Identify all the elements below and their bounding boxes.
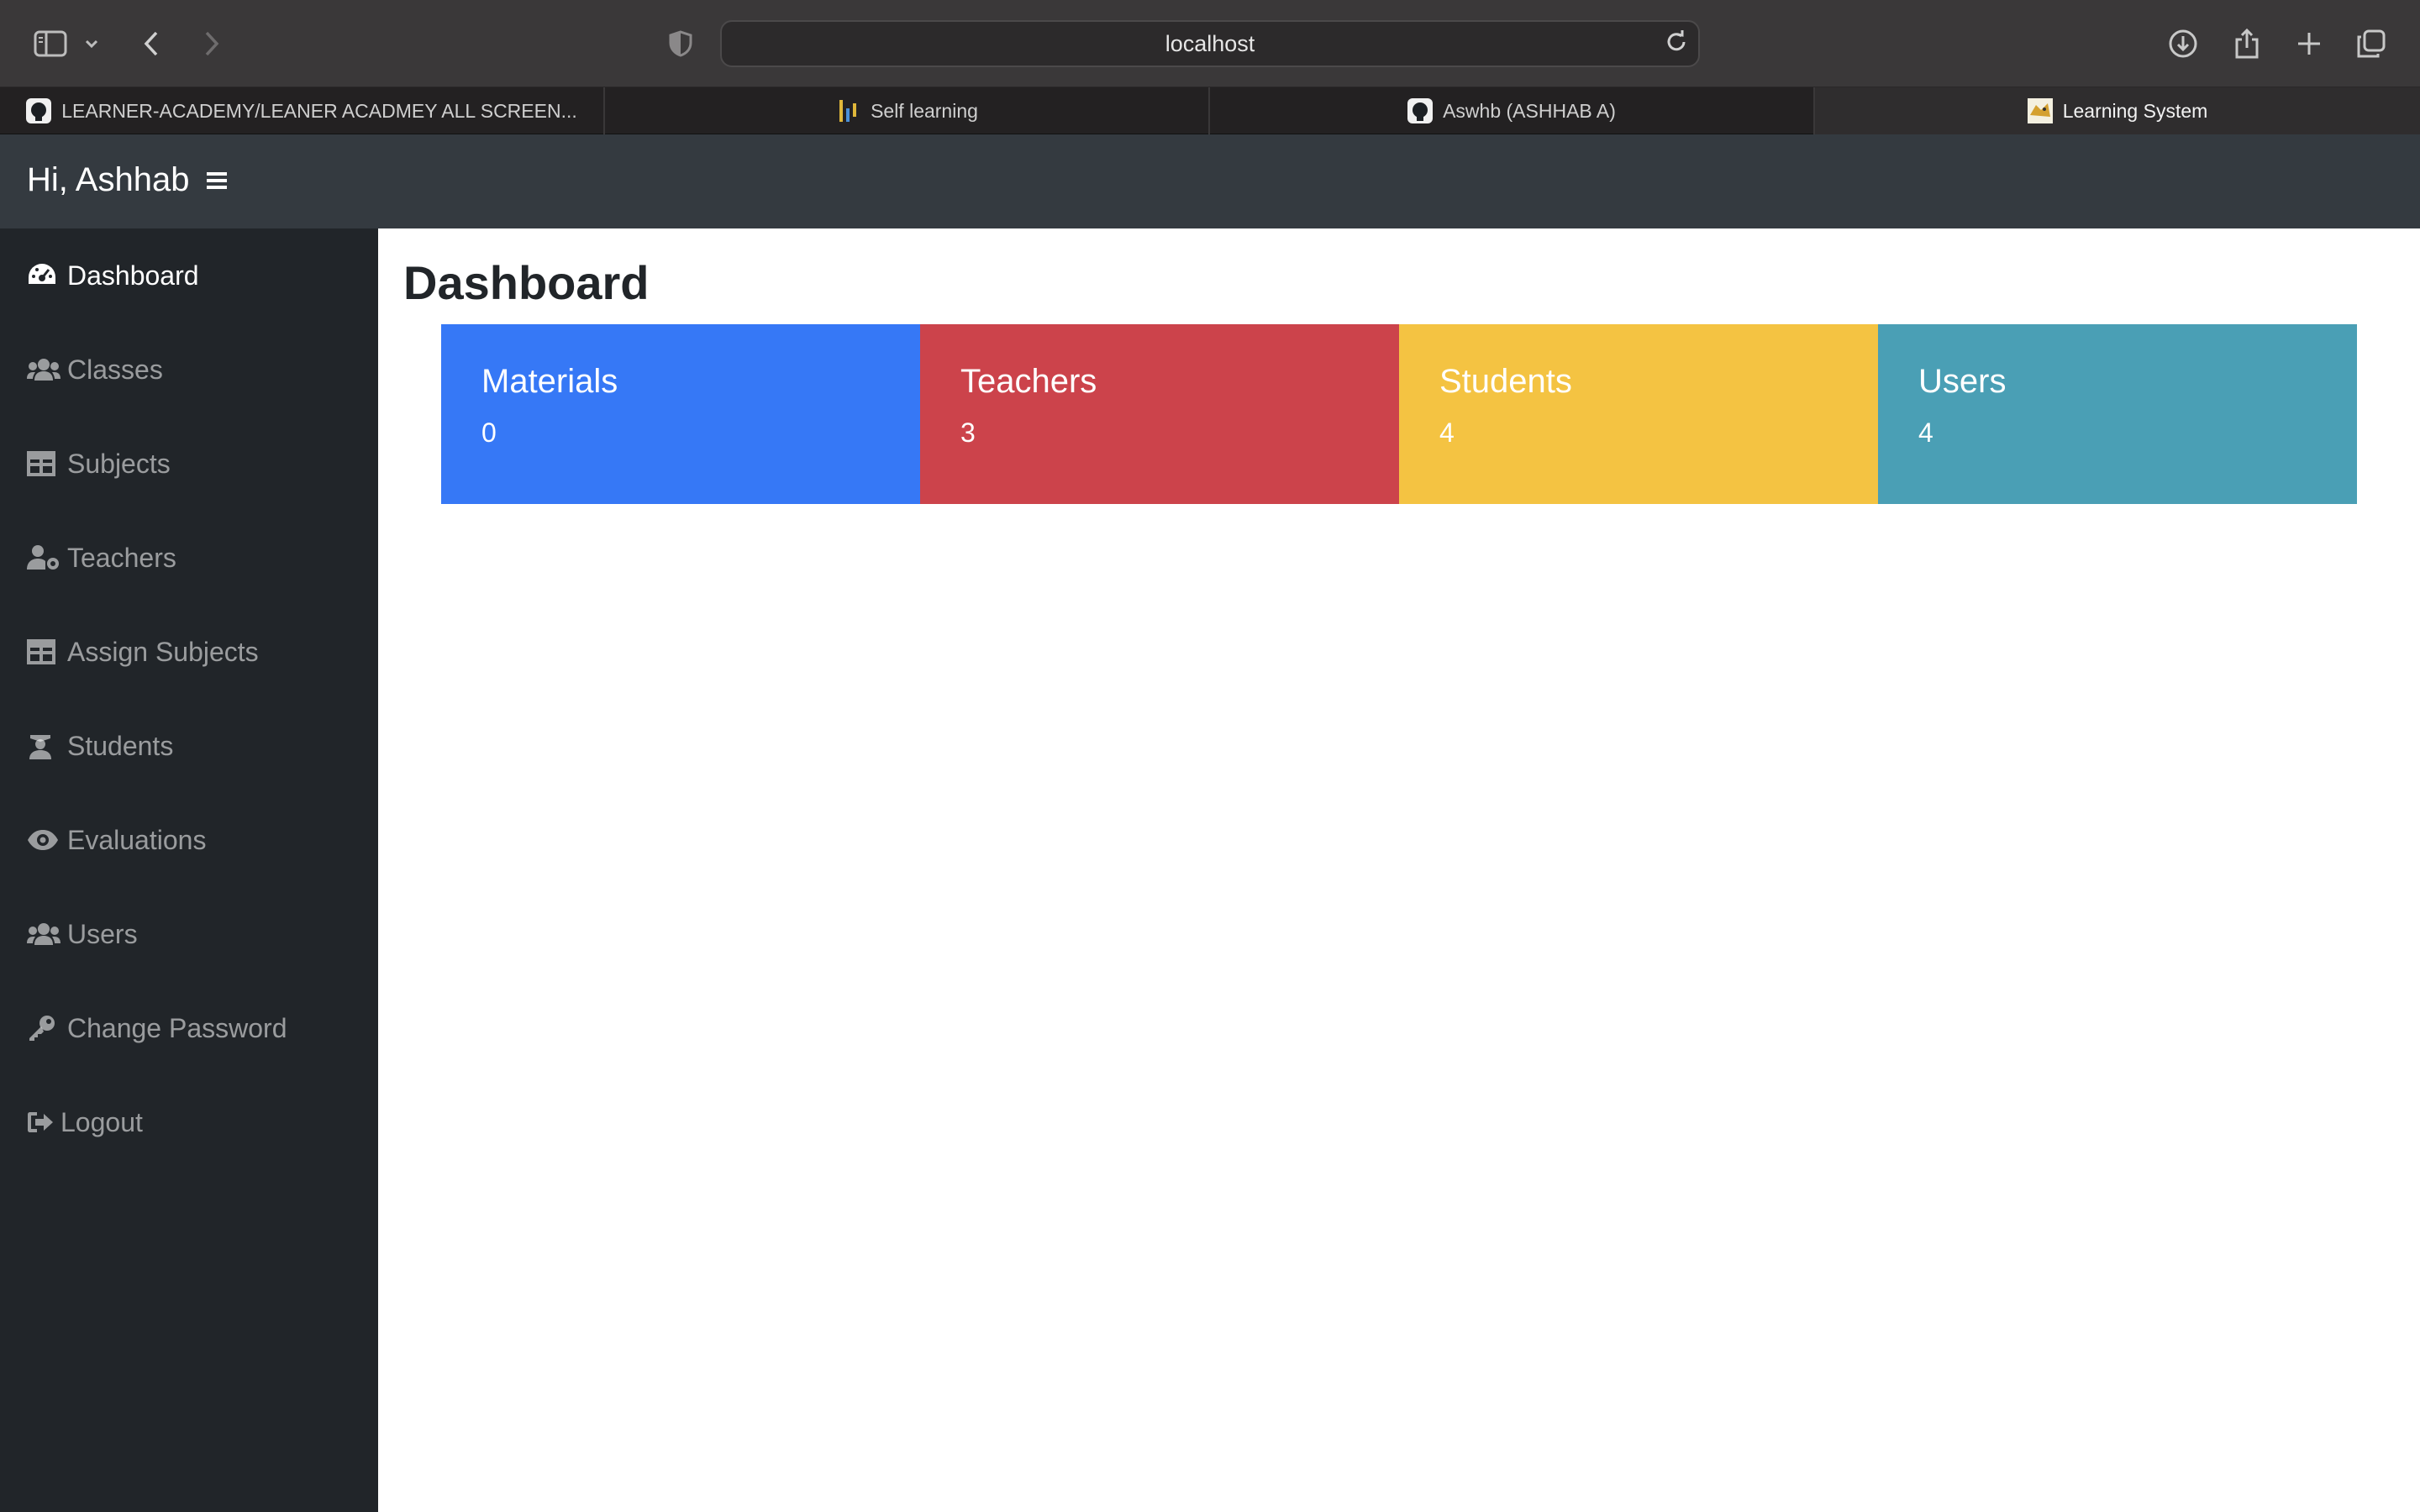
card-count: 0 xyxy=(481,417,497,448)
sidebar: Dashboard Classes Subjects Teachers Assi… xyxy=(0,228,378,1512)
tab-learner-academy[interactable]: LEARNER-ACADEMY/LEANER ACADMEY ALL SCREE… xyxy=(0,87,605,134)
sidebar-item-label: Assign Subjects xyxy=(67,636,259,667)
bar-logo-icon xyxy=(835,98,860,123)
sidebar-item-dashboard[interactable]: Dashboard xyxy=(0,242,378,309)
sidebar-item-users[interactable]: Users xyxy=(0,900,378,968)
share-icon[interactable] xyxy=(2228,25,2265,62)
sidebar-item-label: Logout xyxy=(60,1106,143,1137)
sidebar-item-change-password[interactable]: Change Password xyxy=(0,995,378,1062)
users-group-icon xyxy=(27,919,60,949)
browser-toolbar: localhost xyxy=(0,0,2420,87)
tab-github-profile[interactable]: Aswhb (ASHHAB A) xyxy=(1210,87,1815,134)
stat-card-materials[interactable]: Materials 0 xyxy=(441,324,920,504)
sidebar-toggle-icon[interactable] xyxy=(32,25,69,62)
sidebar-item-label: Evaluations xyxy=(67,824,207,855)
tab-bar: LEARNER-ACADEMY/LEANER ACADMEY ALL SCREE… xyxy=(0,87,2420,134)
download-icon[interactable] xyxy=(2165,25,2202,62)
card-count: 4 xyxy=(1918,417,1933,448)
sidebar-item-evaluations[interactable]: Evaluations xyxy=(0,806,378,874)
shield-icon[interactable] xyxy=(662,25,699,62)
sidebar-item-assign-subjects[interactable]: Assign Subjects xyxy=(0,618,378,685)
eye-icon xyxy=(27,825,60,855)
table-icon xyxy=(27,449,60,479)
sidebar-item-label: Teachers xyxy=(67,542,176,573)
tab-learning-system[interactable]: Learning System xyxy=(1815,87,2420,134)
url-bar[interactable]: localhost xyxy=(720,20,1700,67)
card-title: Students xyxy=(1439,363,1572,400)
sidebar-item-label: Change Password xyxy=(67,1012,287,1043)
github-icon xyxy=(1407,98,1434,123)
card-count: 4 xyxy=(1439,417,1455,448)
card-count: 3 xyxy=(960,417,976,448)
stat-card-students[interactable]: Students 4 xyxy=(1399,324,1878,504)
card-title: Users xyxy=(1918,363,2007,400)
user-gear-icon xyxy=(27,543,60,573)
new-tab-icon[interactable] xyxy=(2291,25,2328,62)
card-title: Materials xyxy=(481,363,618,400)
sidebar-item-label: Subjects xyxy=(67,448,171,479)
url-text: localhost xyxy=(1165,30,1255,56)
sign-out-icon xyxy=(27,1107,54,1137)
key-icon xyxy=(27,1013,60,1043)
sidebar-item-students[interactable]: Students xyxy=(0,712,378,780)
stat-card-users[interactable]: Users 4 xyxy=(1878,324,2357,504)
app-header: Hi, Ashhab xyxy=(0,134,2420,228)
tab-overview-icon[interactable] xyxy=(2353,25,2390,62)
back-icon[interactable] xyxy=(133,25,170,62)
hamburger-icon[interactable] xyxy=(205,168,230,193)
table-icon xyxy=(27,637,60,667)
sidebar-item-label: Users xyxy=(67,918,138,949)
users-group-icon xyxy=(27,354,60,385)
chevron-down-icon[interactable] xyxy=(79,25,104,62)
tab-self-learning[interactable]: Self learning xyxy=(605,87,1210,134)
reload-icon[interactable] xyxy=(1663,29,1690,61)
sidebar-item-logout[interactable]: Logout xyxy=(0,1089,378,1156)
tomcat-icon xyxy=(2027,98,2053,123)
forward-icon[interactable] xyxy=(193,25,230,62)
sidebar-item-label: Classes xyxy=(67,354,163,385)
dashboard-icon xyxy=(27,260,60,291)
sidebar-item-label: Students xyxy=(67,730,174,761)
sidebar-item-teachers[interactable]: Teachers xyxy=(0,524,378,591)
stat-card-teachers[interactable]: Teachers 3 xyxy=(920,324,1399,504)
sidebar-item-label: Dashboard xyxy=(67,260,199,291)
page-title: Dashboard xyxy=(403,256,650,309)
main-content: Dashboard Materials 0 Teachers 3 Student… xyxy=(378,228,2420,1512)
card-title: Teachers xyxy=(960,363,1097,400)
sidebar-item-subjects[interactable]: Subjects xyxy=(0,430,378,497)
graduate-icon xyxy=(27,731,60,761)
github-icon xyxy=(26,98,52,123)
greeting: Hi, Ashhab xyxy=(27,161,190,198)
sidebar-item-classes[interactable]: Classes xyxy=(0,336,378,403)
